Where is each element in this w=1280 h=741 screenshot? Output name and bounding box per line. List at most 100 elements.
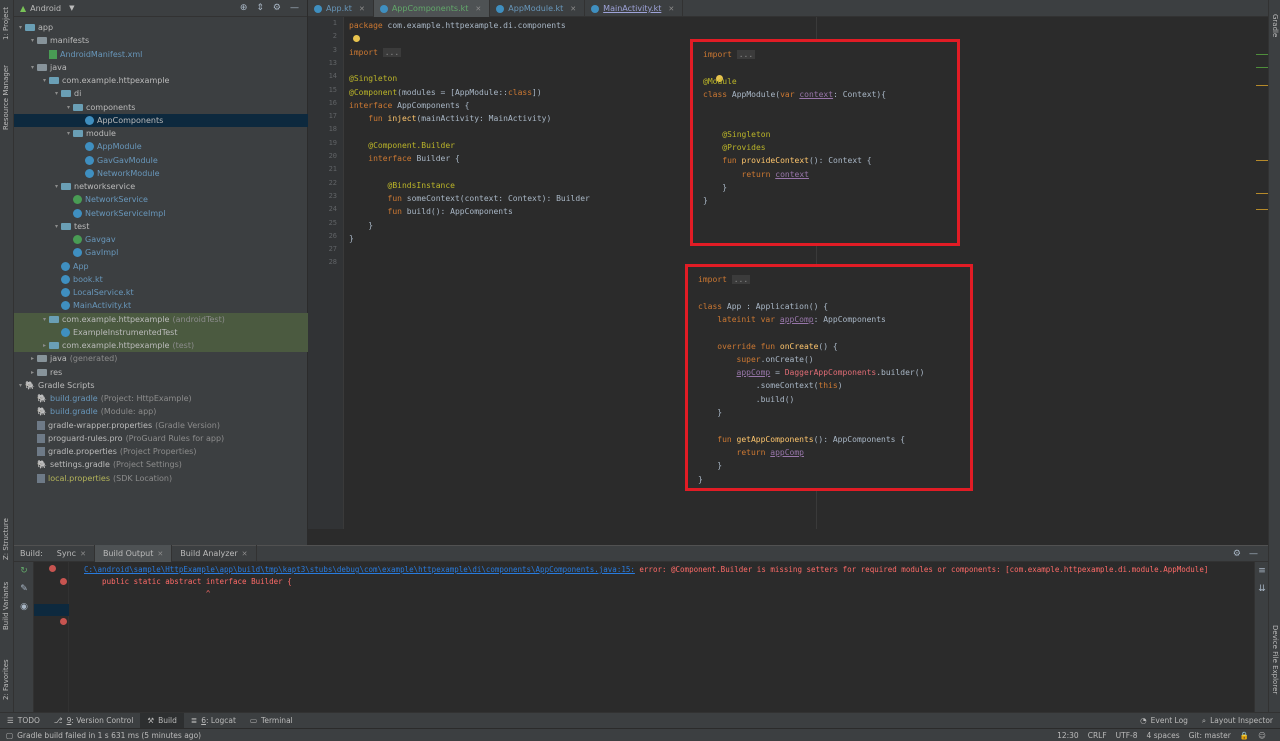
gear-icon[interactable]: ⚙ (273, 3, 281, 13)
line-separator[interactable]: CRLF (1088, 731, 1107, 740)
tree-item[interactable]: gradle-wrapper.properties (Gradle Version… (14, 419, 308, 432)
close-icon[interactable]: ✕ (80, 550, 86, 558)
expand-arrow-icon[interactable]: ▾ (28, 37, 37, 44)
tree-item[interactable]: GavGavModule (14, 154, 308, 167)
tree-item-selected[interactable]: AppComponents (14, 113, 308, 127)
tree-item[interactable]: ▸ res (14, 366, 308, 379)
hide-icon[interactable]: — (290, 3, 299, 13)
tree-item[interactable]: MainActivity.kt (14, 299, 308, 312)
tool-1[interactable]: ☰ TODO (0, 713, 47, 729)
close-icon[interactable]: ✕ (157, 550, 163, 558)
hide-icon[interactable]: — (1249, 549, 1258, 559)
chevron-down-icon[interactable]: ▼ (69, 4, 74, 12)
caret-position[interactable]: 12:30 (1057, 731, 1079, 740)
tree-item[interactable]: gradle.properties (Project Properties) (14, 445, 308, 458)
tree-item[interactable]: 🐘 settings.gradle (Project Settings) (14, 458, 308, 471)
rerun-icon[interactable]: ↻ (19, 566, 29, 576)
tree-item[interactable]: ▾ networkservice (14, 180, 308, 193)
tree-item[interactable]: App (14, 260, 308, 273)
close-icon[interactable]: ✕ (668, 5, 674, 13)
tree-item[interactable]: NetworkModule (14, 167, 308, 180)
expand-arrow-icon[interactable]: ▾ (52, 90, 61, 97)
tree-item[interactable]: ▾ di (14, 87, 308, 100)
file-encoding[interactable]: UTF-8 (1116, 731, 1138, 740)
intention-bulb-icon[interactable] (353, 35, 360, 42)
expand-arrow-icon[interactable]: ▸ (28, 369, 37, 376)
change-marker (1256, 54, 1268, 55)
close-icon[interactable]: ✕ (359, 5, 365, 13)
tab-mainactivity-kt[interactable]: MainActivity.kt ✕ (585, 0, 684, 17)
eye-icon[interactable]: ◉ (19, 602, 29, 612)
tool-icon: ☰ (7, 716, 14, 725)
close-icon[interactable]: ✕ (475, 5, 481, 13)
tool-2[interactable]: ⎇ 9: Version Control (47, 713, 140, 729)
tool-5[interactable]: ▭ Terminal (243, 713, 300, 729)
collapse-icon[interactable]: ⇕ (256, 3, 264, 13)
gear-icon[interactable]: ⚙ (1233, 549, 1241, 559)
project-view-selector[interactable]: Android (30, 4, 61, 13)
tree-item[interactable]: AppModule (14, 140, 308, 153)
tree-item[interactable]: proguard-rules.pro (ProGuard Rules for ap… (14, 432, 308, 445)
tree-item[interactable]: NetworkService (14, 193, 308, 206)
build-tab-build-analyzer[interactable]: Build Analyzer ✕ (172, 545, 257, 562)
expand-arrow-icon[interactable]: ▾ (28, 64, 37, 71)
expand-arrow-icon[interactable]: ▾ (40, 316, 49, 323)
close-icon[interactable]: ✕ (570, 5, 576, 13)
tab-appmodule-kt[interactable]: AppModule.kt ✕ (490, 0, 586, 17)
tree-item[interactable]: local.properties (SDK Location) (14, 472, 308, 485)
tool-icon: ≣ (190, 716, 198, 725)
git-branch[interactable]: Git: master (1189, 731, 1231, 740)
tree-item[interactable]: LocalService.kt (14, 286, 308, 299)
tab-app-kt[interactable]: App.kt ✕ (308, 0, 374, 17)
tree-item[interactable]: book.kt (14, 273, 308, 286)
error-icon (60, 578, 67, 585)
build-tab-build-output[interactable]: Build Output ✕ (94, 545, 173, 562)
tree-item[interactable]: ▾ components (14, 101, 308, 114)
expand-arrow-icon[interactable]: ▸ (40, 342, 49, 349)
layout-inspector-button[interactable]: ⌕ Layout Inspector (1195, 713, 1280, 729)
tree-item[interactable]: 🐘 build.gradle (Module: app) (14, 405, 308, 418)
tool-icon: ⎇ (53, 716, 63, 725)
event-log-button[interactable]: ◔ Event Log (1133, 713, 1195, 729)
tree-item[interactable]: ▾ 🐘 Gradle Scripts (14, 379, 308, 392)
expand-arrow-icon[interactable]: ▾ (16, 382, 25, 389)
tree-item[interactable]: ▾ app (14, 21, 308, 34)
inspector-icon[interactable]: ☺ (1258, 731, 1266, 740)
tab-appcomponents-kt[interactable]: AppComponents.kt ✕ (373, 0, 491, 17)
tree-item[interactable]: ExampleInstrumentedTest (14, 325, 308, 339)
status-message[interactable]: Gradle build failed in 1 s 631 ms (5 min… (17, 731, 201, 740)
close-icon[interactable]: ✕ (242, 550, 248, 558)
scroll-to-end-icon[interactable]: ⇊ (1257, 584, 1267, 594)
tree-item[interactable]: GavImpl (14, 246, 308, 259)
expand-arrow-icon[interactable]: ▾ (52, 223, 61, 230)
tree-item[interactable]: ▾ com.example.httpexample (14, 74, 308, 87)
expand-arrow-icon[interactable]: ▾ (64, 130, 73, 137)
expand-arrow-icon[interactable]: ▾ (40, 77, 49, 84)
tool-3[interactable]: ⚒ Build (140, 712, 184, 729)
tree-item[interactable]: 🐘 build.gradle (Project: HttpExample) (14, 392, 308, 405)
tree-item[interactable]: ▾ module (14, 127, 308, 140)
locate-icon[interactable]: ⊕ (240, 3, 248, 13)
tree-item[interactable]: ▾ manifests (14, 34, 308, 47)
expand-arrow-icon[interactable]: ▸ (28, 355, 37, 362)
tree-item[interactable]: NetworkServiceImpl (14, 207, 308, 220)
expand-arrow-icon[interactable]: ▾ (64, 104, 73, 111)
tree-item[interactable]: Gavgav (14, 233, 308, 246)
pin-icon[interactable]: ✎ (19, 584, 29, 594)
build-tab-sync[interactable]: Sync ✕ (49, 545, 95, 562)
soft-wrap-icon[interactable]: ≡ (1257, 566, 1267, 576)
tree-item[interactable]: ▾ java (14, 61, 308, 74)
expand-arrow-icon[interactable]: ▾ (52, 183, 61, 190)
code-editor[interactable]: 1 2 3 13 14 15 16 17 18 19 20 21 22 23 24 25 26 27 28 pack… (308, 17, 1268, 544)
build-tree-selection[interactable] (34, 604, 69, 616)
tool-4[interactable]: ≣ 6: Logcat (184, 713, 243, 729)
tree-item[interactable]: AndroidManifest.xml (14, 48, 308, 61)
tree-item[interactable]: ▸ com.example.httpexample (test) (14, 339, 308, 352)
expand-arrow-icon[interactable]: ▾ (16, 24, 25, 31)
tree-item[interactable]: ▸ java (generated) (14, 352, 308, 365)
tree-item[interactable]: ▾ com.example.httpexample (androidTest) (14, 312, 308, 326)
indent-setting[interactable]: 4 spaces (1147, 731, 1180, 740)
lock-icon[interactable]: 🔒 (1240, 731, 1249, 740)
tree-item[interactable]: ▾ test (14, 220, 308, 233)
error-file-link[interactable]: C:\android\sample\HttpExample\app\build\… (84, 565, 635, 574)
